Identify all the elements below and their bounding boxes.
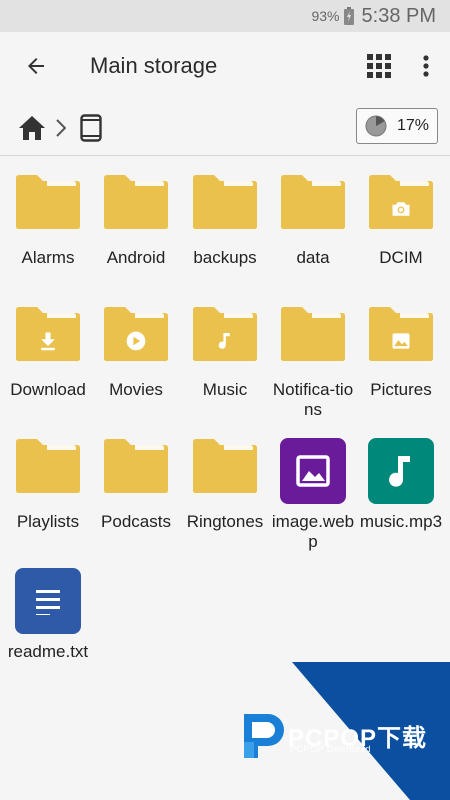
watermark-logo <box>244 714 284 758</box>
image-file-icon <box>278 438 348 504</box>
breadcrumb-device[interactable] <box>80 113 104 143</box>
chevron-right-icon <box>56 118 70 138</box>
folder-item[interactable]: Podcasts <box>92 438 180 532</box>
arrow-back-icon <box>28 58 44 74</box>
folder-item[interactable]: Playlists <box>4 438 92 532</box>
item-label: Alarms <box>21 248 75 267</box>
toolbar: Main storage <box>0 32 450 100</box>
item-label: DCIM <box>379 248 423 267</box>
play-icon <box>106 323 166 359</box>
folder-icon <box>366 174 436 234</box>
item-label: data <box>296 248 330 267</box>
storage-usage-percent: 17% <box>396 117 430 134</box>
folder-item[interactable]: Download <box>4 306 92 400</box>
item-label: Notifica-tions <box>272 380 354 419</box>
battery-percent: 93% <box>311 8 340 24</box>
file-item[interactable]: music.mp3 <box>357 438 445 532</box>
folder-icon <box>278 306 348 366</box>
watermark-subtitle: PCPOP Download <box>290 744 371 754</box>
folder-icon <box>278 174 348 234</box>
folder-item[interactable]: DCIM <box>357 174 445 268</box>
home-icon <box>19 115 45 140</box>
clock: 5:38 PM <box>361 4 436 27</box>
status-bar: 93% 5:38 PM <box>0 0 450 32</box>
item-label: music.mp3 <box>359 512 443 531</box>
folder-item[interactable]: Alarms <box>4 174 92 268</box>
item-label: Movies <box>109 380 163 399</box>
folder-icon <box>13 306 83 366</box>
folder-item[interactable]: Pictures <box>357 306 445 400</box>
folder-item[interactable]: data <box>269 174 357 268</box>
folder-item[interactable]: Movies <box>92 306 180 400</box>
more-options-button[interactable] <box>414 51 438 81</box>
folder-icon <box>13 438 83 498</box>
image-icon <box>296 455 330 487</box>
watermark-brand: PCPOP下载 <box>288 725 428 752</box>
folder-icon <box>190 306 260 366</box>
item-label: Pictures <box>370 380 432 399</box>
folder-icon <box>101 438 171 498</box>
grid-view-button[interactable] <box>364 51 394 81</box>
folder-icon <box>101 306 171 366</box>
folder-item[interactable]: backups <box>181 174 269 268</box>
folder-item[interactable]: Ringtones <box>181 438 269 532</box>
file-item[interactable]: readme.txt <box>4 568 92 662</box>
pie-chart-icon <box>365 115 387 137</box>
item-label: Podcasts <box>101 512 171 531</box>
file-item[interactable]: image.webp <box>269 438 357 552</box>
item-label: Music <box>202 380 248 399</box>
image-icon <box>371 323 431 359</box>
back-button[interactable] <box>18 48 54 84</box>
folder-icon <box>13 174 83 234</box>
item-label: Download <box>10 380 86 399</box>
item-label: backups <box>193 248 257 267</box>
folder-item[interactable]: Music <box>181 306 269 400</box>
text-file-icon <box>13 568 83 634</box>
audio-file-icon <box>366 438 436 504</box>
item-label: image.webp <box>271 512 355 551</box>
item-label: readme.txt <box>7 642 89 661</box>
page-title: Main storage <box>90 53 218 78</box>
phone-icon <box>80 113 102 142</box>
folder-icon <box>190 174 260 234</box>
download-icon <box>18 323 78 359</box>
folder-icon <box>190 438 260 498</box>
camera-icon <box>371 191 431 227</box>
storage-usage-button[interactable]: 17% <box>356 108 438 144</box>
text-lines-icon <box>36 590 60 615</box>
breadcrumb: 17% <box>0 100 450 156</box>
grid-icon <box>367 54 391 78</box>
item-label: Android <box>106 248 166 267</box>
battery-icon <box>343 7 354 25</box>
item-label: Playlists <box>16 512 80 531</box>
music-note-icon <box>197 324 253 358</box>
folder-icon <box>101 174 171 234</box>
folder-item[interactable]: Notifica-tions <box>269 306 357 420</box>
more-vert-icon <box>423 55 429 77</box>
breadcrumb-home[interactable] <box>18 113 48 143</box>
music-note-icon <box>389 456 410 487</box>
item-label: Ringtones <box>186 512 264 531</box>
folder-icon <box>366 306 436 366</box>
folder-item[interactable]: Android <box>92 174 180 268</box>
